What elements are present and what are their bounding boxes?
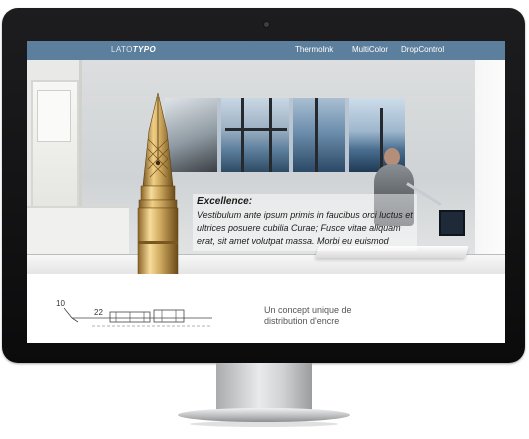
- wall-photo-3: [293, 98, 345, 172]
- hero-caption: Excellence: Vestibulum ante ipsum primis…: [193, 194, 417, 251]
- pier-beam: [315, 98, 318, 172]
- hero-caption-title: Excellence:: [197, 196, 253, 207]
- hero-caption-text: Vestibulum ante ipsum primis in faucibus…: [197, 210, 413, 246]
- monitor-bezel: LATOTYPO ThermoInk MultiColor DropContro…: [2, 8, 525, 363]
- website-screen: LATOTYPO ThermoInk MultiColor DropContro…: [27, 41, 505, 343]
- wall-photo-gallery: [165, 98, 405, 172]
- webcam-icon: [264, 22, 269, 27]
- wall-photo-2: [221, 98, 289, 172]
- top-navbar: LATOTYPO ThermoInk MultiColor DropContro…: [27, 41, 505, 60]
- nav-link-thermoink[interactable]: ThermoInk: [295, 45, 333, 54]
- drawing-label-22: 22: [94, 308, 103, 317]
- nav-links: ThermoInk MultiColor DropControl: [27, 45, 505, 57]
- background-monitor: [439, 210, 465, 236]
- pier-beam: [269, 98, 272, 172]
- pier-beam: [380, 108, 383, 172]
- background-cabinet: [27, 206, 129, 258]
- technical-drawing: 10 22: [56, 299, 212, 327]
- pier-beam: [241, 98, 244, 172]
- hero-banner: Excellence: Vestibulum ante ipsum primis…: [27, 60, 505, 274]
- background-window: [475, 60, 505, 274]
- concept-heading: Un concept unique de distribution d'encr…: [264, 305, 352, 326]
- fountain-pen-nib-illustration: [137, 92, 179, 274]
- monitor-stand-base: [178, 408, 350, 422]
- content-section: 10 22 Un concept unique de distribution …: [27, 274, 505, 343]
- drawing-label-10: 10: [56, 299, 65, 308]
- nav-link-multicolor[interactable]: MultiColor: [352, 45, 388, 54]
- background-door-pane: [37, 90, 71, 142]
- nav-link-dropcontrol[interactable]: DropControl: [401, 45, 444, 54]
- pier-beam: [225, 128, 287, 131]
